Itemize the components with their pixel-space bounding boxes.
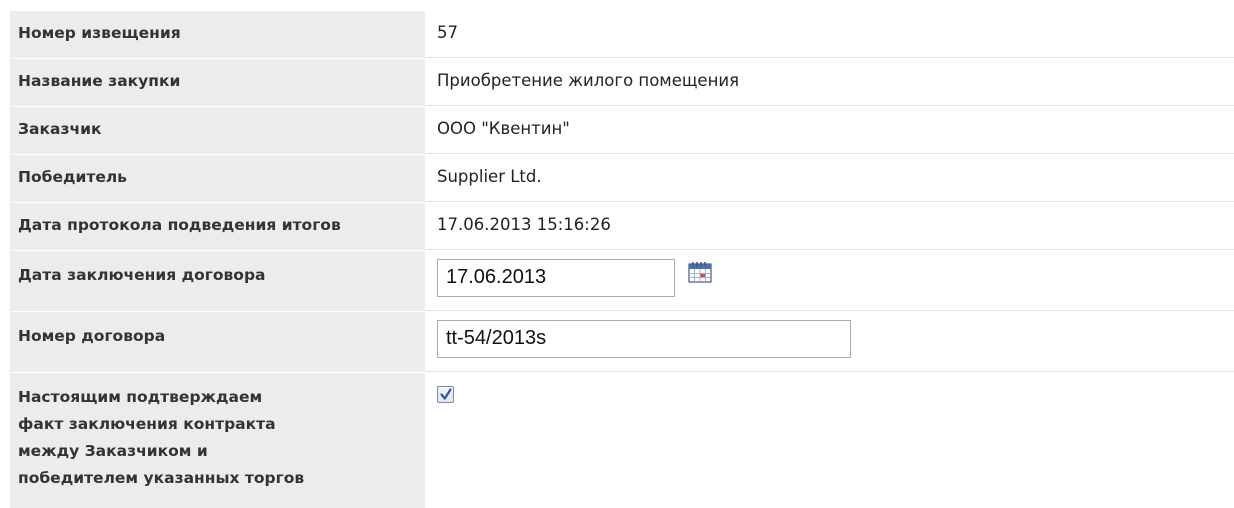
form-row-contract-number: Номер договора tt-54/2013s <box>10 311 1234 372</box>
calendar-icon-graphic <box>688 262 712 283</box>
contract-form: Номер извещения 57 Название закупки Прио… <box>10 10 1234 508</box>
winner-label: Победитель <box>10 155 425 202</box>
form-row-winner: Победитель Supplier Ltd. <box>10 154 1234 202</box>
contract-number-cell: tt-54/2013s <box>425 312 1234 372</box>
contract-date-cell: 17.06.2013 <box>425 251 1234 311</box>
form-row-customer: Заказчик ООО "Квентин" <box>10 106 1234 154</box>
customer-value: ООО "Квентин" <box>425 107 1234 154</box>
confirmation-cell <box>425 373 1234 508</box>
form-row-contract-date: Дата заключения договора 17.06.2013 <box>10 250 1234 311</box>
purchase-name-value: Приобретение жилого помещения <box>425 59 1234 106</box>
purchase-name-label: Название закупки <box>10 59 425 106</box>
form-row-notice-number: Номер извещения 57 <box>10 10 1234 58</box>
winner-value: Supplier Ltd. <box>425 155 1234 202</box>
calendar-icon[interactable] <box>688 261 712 283</box>
confirmation-checkbox[interactable] <box>437 386 454 403</box>
contract-number-input[interactable]: tt-54/2013s <box>437 320 851 358</box>
contract-number-label: Номер договора <box>10 312 425 372</box>
customer-label: Заказчик <box>10 107 425 154</box>
notice-number-value: 57 <box>425 11 1234 58</box>
form-row-confirmation: Настоящим подтверждаем факт заключения к… <box>10 372 1234 508</box>
protocol-date-label: Дата протокола подведения итогов <box>10 203 425 250</box>
confirmation-label: Настоящим подтверждаем факт заключения к… <box>10 373 425 508</box>
checkmark-icon <box>440 388 452 400</box>
protocol-date-value: 17.06.2013 15:16:26 <box>425 203 1234 250</box>
notice-number-label: Номер извещения <box>10 11 425 58</box>
contract-date-label: Дата заключения договора <box>10 251 425 311</box>
form-row-protocol-date: Дата протокола подведения итогов 17.06.2… <box>10 202 1234 250</box>
contract-date-input[interactable]: 17.06.2013 <box>437 259 675 297</box>
form-row-purchase-name: Название закупки Приобретение жилого пом… <box>10 58 1234 106</box>
